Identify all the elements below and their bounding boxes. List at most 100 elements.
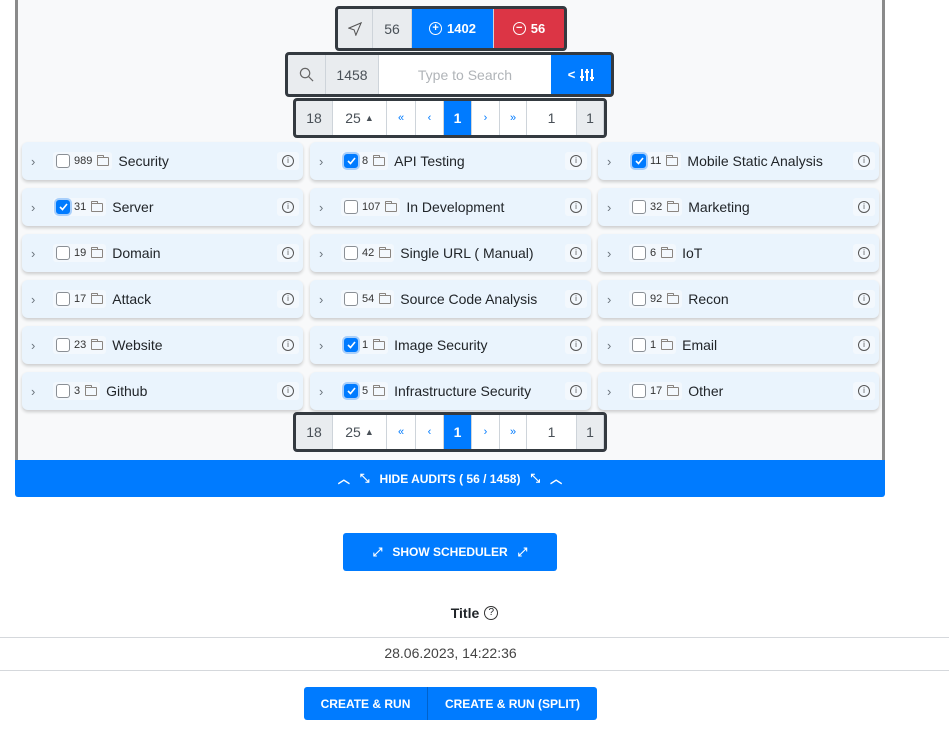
current-page[interactable]: 1 <box>444 101 472 135</box>
create-run-split-button[interactable]: CREATE & RUN (SPLIT) <box>427 687 597 720</box>
info-button[interactable]: i <box>853 382 875 400</box>
next-page-button[interactable]: › <box>472 415 500 449</box>
chevron-right-icon[interactable]: › <box>31 384 43 399</box>
category-checkbox[interactable] <box>632 384 646 398</box>
chevron-right-icon[interactable]: › <box>319 338 331 353</box>
last-page-button[interactable]: » <box>500 415 527 449</box>
category-card[interactable]: › 8 API Testing i <box>310 142 591 180</box>
category-card[interactable]: › 989 Security i <box>22 142 303 180</box>
search-input[interactable] <box>379 55 551 94</box>
info-button[interactable]: i <box>277 382 299 400</box>
prev-page-button[interactable]: ‹ <box>416 415 444 449</box>
last-page-button[interactable]: » <box>500 101 527 135</box>
category-checkbox[interactable] <box>344 384 358 398</box>
filter-toggle-button[interactable]: < <box>551 55 611 94</box>
chevron-right-icon[interactable]: › <box>319 384 331 399</box>
category-checkbox[interactable] <box>56 246 70 260</box>
chevron-right-icon[interactable]: › <box>31 338 43 353</box>
info-button[interactable]: i <box>277 244 299 262</box>
category-checkbox[interactable] <box>56 338 70 352</box>
category-card[interactable]: › 32 Marketing i <box>598 188 879 226</box>
hide-audits-button[interactable]: ︿ ⤡ HIDE AUDITS ( 56 / 1458) ⤡ ︿ <box>15 460 885 497</box>
info-button[interactable]: i <box>565 336 587 354</box>
info-button[interactable]: i <box>853 336 875 354</box>
info-button[interactable]: i <box>853 152 875 170</box>
info-button[interactable]: i <box>853 244 875 262</box>
deselect-all-button[interactable]: − 56 <box>494 9 564 48</box>
info-button[interactable]: i <box>565 198 587 216</box>
chevron-right-icon[interactable]: › <box>607 384 619 399</box>
info-button[interactable]: i <box>565 290 587 308</box>
help-icon[interactable]: ? <box>484 606 499 620</box>
show-scheduler-button[interactable]: ⤢ SHOW SCHEDULER ⤢ <box>343 533 557 571</box>
category-count: 42 <box>362 247 375 259</box>
category-card[interactable]: › 23 Website i <box>22 326 303 364</box>
category-card[interactable]: › 107 In Development i <box>310 188 591 226</box>
category-checkbox[interactable] <box>344 292 358 306</box>
chevron-right-icon[interactable]: › <box>607 338 619 353</box>
category-card[interactable]: › 11 Mobile Static Analysis i <box>598 142 879 180</box>
page-input[interactable]: 1 <box>527 415 577 449</box>
info-button[interactable]: i <box>277 198 299 216</box>
category-card[interactable]: › 5 Infrastructure Security i <box>310 372 591 410</box>
folder-icon <box>667 384 680 396</box>
category-card[interactable]: › 6 IoT i <box>598 234 879 272</box>
category-checkbox[interactable] <box>56 154 70 168</box>
category-checkbox[interactable] <box>56 384 70 398</box>
category-checkbox[interactable] <box>344 154 358 168</box>
category-checkbox[interactable] <box>344 338 358 352</box>
chevron-right-icon[interactable]: › <box>31 154 43 169</box>
title-value[interactable]: 28.06.2023, 14:22:36 <box>0 645 901 661</box>
category-checkbox[interactable] <box>344 200 358 214</box>
create-run-button[interactable]: CREATE & RUN <box>304 687 427 720</box>
category-card[interactable]: › 31 Server i <box>22 188 303 226</box>
info-button[interactable]: i <box>277 152 299 170</box>
category-checkbox[interactable] <box>632 200 646 214</box>
chevron-right-icon[interactable]: › <box>31 292 43 307</box>
info-button[interactable]: i <box>853 290 875 308</box>
chevron-right-icon[interactable]: › <box>31 246 43 261</box>
category-checkbox[interactable] <box>344 246 358 260</box>
per-page-select[interactable]: 25 ▲ <box>333 101 387 135</box>
category-checkbox[interactable] <box>56 200 70 214</box>
select-all-button[interactable]: + 1402 <box>412 9 494 48</box>
category-checkbox[interactable] <box>632 292 646 306</box>
info-button[interactable]: i <box>277 290 299 308</box>
category-card[interactable]: › 3 Github i <box>22 372 303 410</box>
info-button[interactable]: i <box>853 198 875 216</box>
chevron-right-icon[interactable]: › <box>319 200 331 215</box>
per-page-select[interactable]: 25 ▲ <box>333 415 387 449</box>
chevron-right-icon[interactable]: › <box>31 200 43 215</box>
current-page[interactable]: 1 <box>444 415 472 449</box>
page-input[interactable]: 1 <box>527 101 577 135</box>
category-checkbox[interactable] <box>632 246 646 260</box>
info-button[interactable]: i <box>565 152 587 170</box>
category-card[interactable]: › 1 Email i <box>598 326 879 364</box>
category-checkbox[interactable] <box>632 154 646 168</box>
category-card[interactable]: › 17 Attack i <box>22 280 303 318</box>
prev-page-button[interactable]: ‹ <box>416 101 444 135</box>
chevron-right-icon[interactable]: › <box>319 154 331 169</box>
navigate-icon[interactable] <box>338 9 373 48</box>
category-card[interactable]: › 54 Source Code Analysis i <box>310 280 591 318</box>
info-button[interactable]: i <box>277 336 299 354</box>
chevron-right-icon[interactable]: › <box>607 154 619 169</box>
category-card[interactable]: › 17 Other i <box>598 372 879 410</box>
category-card[interactable]: › 1 Image Security i <box>310 326 591 364</box>
first-page-button[interactable]: « <box>387 101 416 135</box>
category-card[interactable]: › 19 Domain i <box>22 234 303 272</box>
chevron-right-icon[interactable]: › <box>607 200 619 215</box>
chevron-right-icon[interactable]: › <box>319 246 331 261</box>
info-button[interactable]: i <box>565 382 587 400</box>
next-page-button[interactable]: › <box>472 101 500 135</box>
category-checkbox[interactable] <box>56 292 70 306</box>
folder-icon <box>666 154 679 166</box>
category-checkbox[interactable] <box>632 338 646 352</box>
info-button[interactable]: i <box>565 244 587 262</box>
category-card[interactable]: › 42 Single URL ( Manual) i <box>310 234 591 272</box>
chevron-right-icon[interactable]: › <box>319 292 331 307</box>
chevron-right-icon[interactable]: › <box>607 246 619 261</box>
first-page-button[interactable]: « <box>387 415 416 449</box>
category-card[interactable]: › 92 Recon i <box>598 280 879 318</box>
chevron-right-icon[interactable]: › <box>607 292 619 307</box>
